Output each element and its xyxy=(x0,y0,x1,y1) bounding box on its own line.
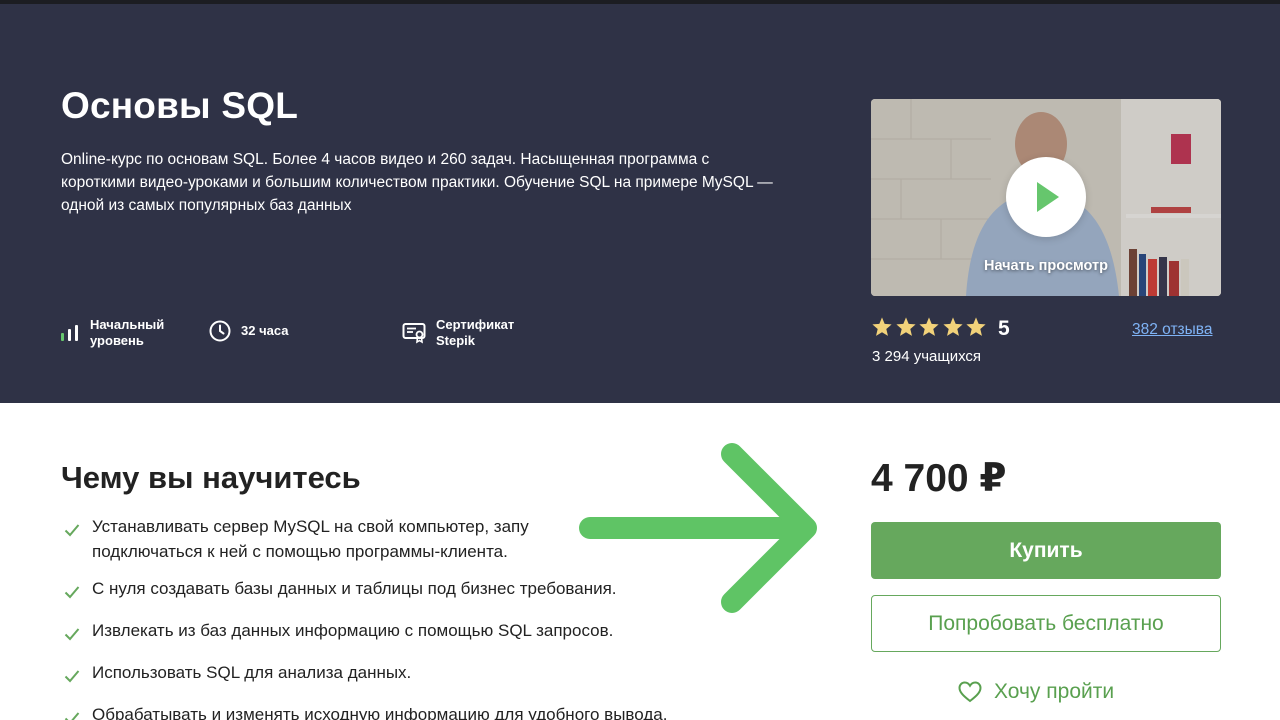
level-text-line2: уровень xyxy=(90,333,144,348)
level-text: Начальный уровень xyxy=(90,317,164,349)
students-count: 3 294 учащихся xyxy=(872,348,982,365)
duration-info: 32 часа xyxy=(209,320,288,342)
list-item-text: Использовать SQL для анализа данных. xyxy=(92,663,412,682)
certificate-text-line2: Stepik xyxy=(436,333,476,348)
try-free-button[interactable]: Попробовать бесплатно xyxy=(871,595,1221,652)
star-icon xyxy=(872,317,892,336)
star-icon xyxy=(966,317,986,336)
clock-icon xyxy=(209,320,231,342)
learn-section-title: Чему вы научитесь xyxy=(61,460,361,495)
list-item: Использовать SQL для анализа данных. xyxy=(64,660,764,690)
reviews-link[interactable]: 382 отзыва xyxy=(1132,321,1212,339)
course-title: Основы SQL xyxy=(61,85,298,126)
duration-text: 32 часа xyxy=(241,323,289,338)
buy-button[interactable]: Купить xyxy=(871,522,1221,579)
certificate-icon xyxy=(402,322,426,344)
play-button[interactable] xyxy=(1006,157,1086,237)
list-item-text: Извлекать из баз данных информацию с пом… xyxy=(92,621,614,640)
list-item-text: Обрабатывать и изменять исходную информа… xyxy=(92,705,668,720)
annotation-arrow-icon xyxy=(579,443,817,613)
rating-stars xyxy=(871,316,989,338)
play-icon xyxy=(1037,182,1059,212)
level-info: Начальный уровень xyxy=(60,317,164,349)
wishlist-label: Хочу пройти xyxy=(994,680,1115,703)
check-icon xyxy=(64,576,92,606)
heart-icon xyxy=(958,681,982,703)
star-icon xyxy=(919,317,939,336)
certificate-text-line1: Сертификат xyxy=(436,317,515,332)
level-bars-icon xyxy=(60,324,80,342)
certificate-info: Сертификат Stepik xyxy=(402,317,514,349)
check-icon xyxy=(64,660,92,690)
check-icon xyxy=(64,702,92,720)
wishlist-button[interactable]: Хочу пройти xyxy=(958,680,1114,704)
course-price: 4 700 ₽ xyxy=(871,457,1007,500)
check-icon xyxy=(64,514,92,544)
certificate-text: Сертификат Stepik xyxy=(436,317,514,349)
list-item: Извлекать из баз данных информацию с пом… xyxy=(64,618,764,648)
rating-value: 5 xyxy=(998,317,1010,340)
course-description: Online-курс по основам SQL. Более 4 часо… xyxy=(61,151,773,214)
list-item: Обрабатывать и изменять исходную информа… xyxy=(64,702,764,720)
star-icon xyxy=(895,317,916,336)
check-icon xyxy=(64,618,92,648)
star-icon xyxy=(942,317,963,336)
list-item-text: Устанавливать сервер MySQL на свой компь… xyxy=(92,517,529,561)
start-watching-label[interactable]: Начать просмотр xyxy=(871,258,1221,274)
level-text-line1: Начальный xyxy=(90,317,165,332)
